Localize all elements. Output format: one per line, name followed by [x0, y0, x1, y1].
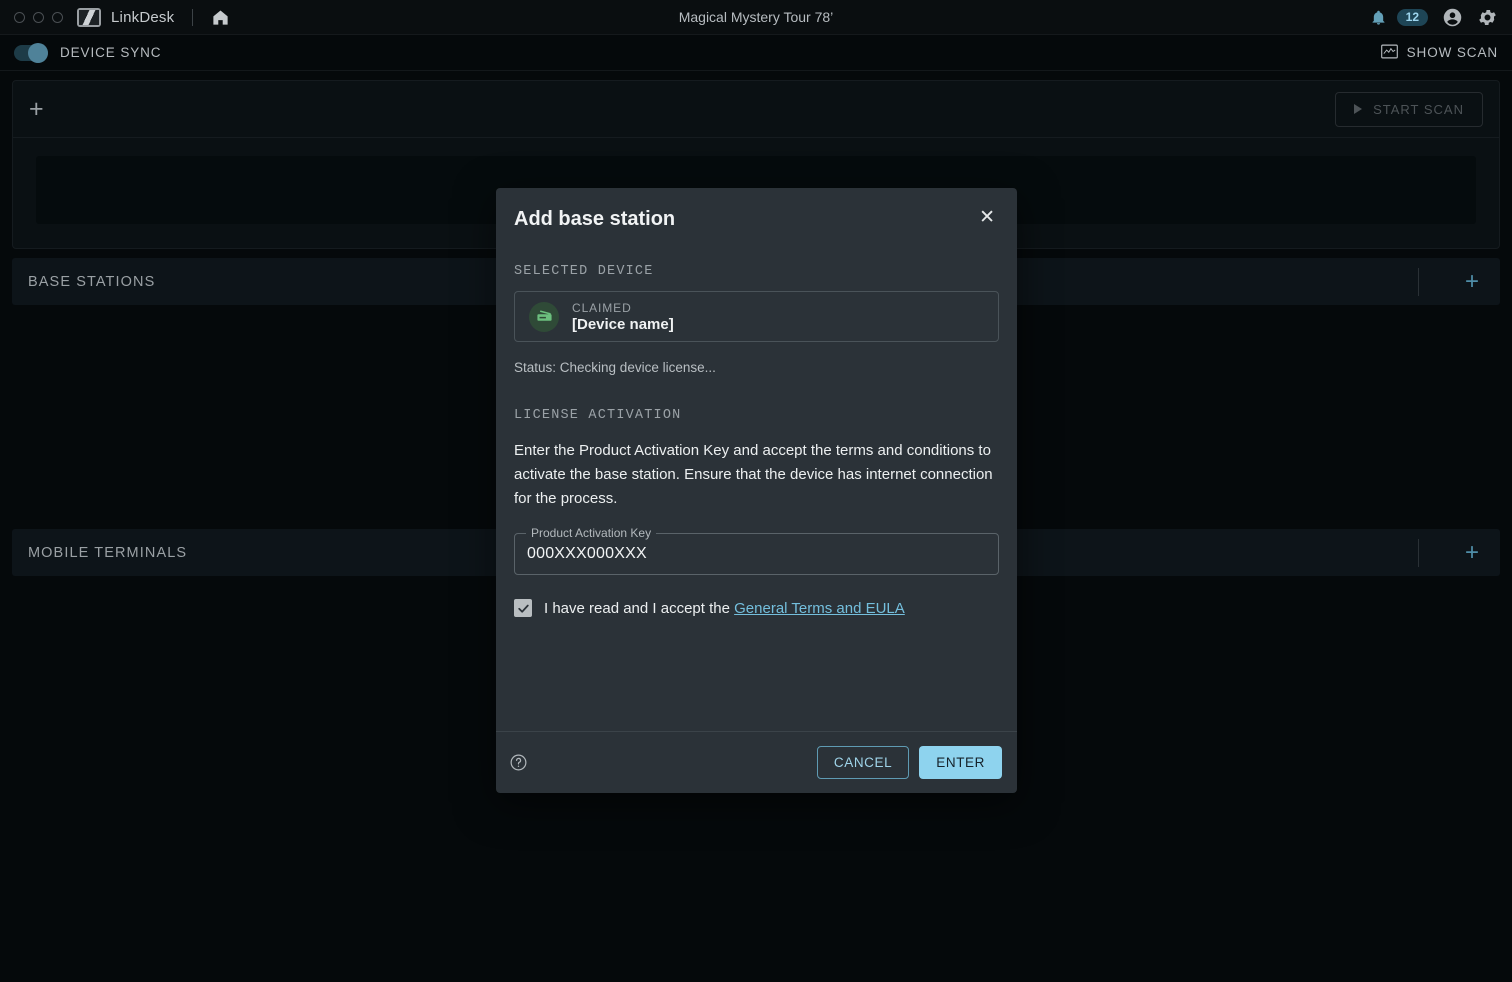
start-scan-button[interactable]: START SCAN: [1335, 92, 1483, 127]
add-mobile-terminal-button[interactable]: +: [1444, 541, 1500, 565]
title-bar: LinkDesk Magical Mystery Tour 78’ 12: [0, 0, 1512, 35]
dialog-footer-buttons: CANCEL ENTER: [817, 746, 1002, 779]
maximize-window-button[interactable]: [52, 12, 63, 23]
section-title: MOBILE TERMINALS: [28, 545, 187, 561]
show-scan-button[interactable]: SHOW SCAN: [1381, 44, 1498, 62]
sub-toolbar: DEVICE SYNC SHOW SCAN: [0, 35, 1512, 71]
close-window-button[interactable]: [14, 12, 25, 23]
notification-count-badge[interactable]: 12: [1397, 9, 1428, 26]
enter-button[interactable]: ENTER: [919, 746, 1002, 779]
add-item-button[interactable]: +: [29, 97, 44, 122]
app-brand-name: LinkDesk: [111, 9, 174, 26]
dialog-title: Add base station: [514, 208, 675, 231]
selected-device-label: SELECTED DEVICE: [514, 264, 999, 279]
selected-device-card[interactable]: CLAIMED [Device name]: [514, 291, 999, 342]
device-name-label: [Device name]: [572, 316, 674, 333]
sennheiser-logo-icon: [77, 8, 101, 27]
titlebar-divider: [192, 9, 193, 26]
account-circle-icon[interactable]: [1442, 7, 1463, 28]
device-meta: CLAIMED [Device name]: [572, 301, 674, 333]
start-scan-label: START SCAN: [1373, 102, 1464, 117]
scanner-icon: [529, 302, 559, 332]
license-activation-label: LICENSE ACTIVATION: [514, 408, 999, 423]
section-divider: [1418, 268, 1419, 296]
device-sync-label: DEVICE SYNC: [60, 45, 161, 60]
eula-consent-text: I have read and I accept the General Ter…: [544, 600, 905, 617]
eula-consent-row: I have read and I accept the General Ter…: [514, 599, 999, 617]
help-circle-icon[interactable]: [509, 753, 528, 772]
device-sync-toggle[interactable]: [14, 45, 48, 61]
section-title: BASE STATIONS: [28, 274, 155, 290]
window-controls[interactable]: [14, 12, 63, 23]
product-activation-key-field[interactable]: Product Activation Key 000XXX000XXX: [514, 533, 999, 575]
device-license-status: Status: Checking device license...: [514, 360, 999, 375]
scan-panel-toolbar: + START SCAN: [13, 81, 1499, 138]
minimize-window-button[interactable]: [33, 12, 44, 23]
eula-checkbox[interactable]: [514, 599, 532, 617]
device-status-label: CLAIMED: [572, 301, 674, 315]
close-icon[interactable]: ✕: [979, 208, 995, 227]
play-icon: [1354, 104, 1362, 114]
section-actions: +: [1418, 529, 1500, 576]
dialog-body: SELECTED DEVICE CLAIMED [Device name] St…: [496, 231, 1017, 731]
show-scan-label: SHOW SCAN: [1407, 45, 1498, 60]
eula-consent-prefix: I have read and I accept the: [544, 600, 734, 617]
titlebar-actions: 12: [1370, 7, 1498, 28]
product-activation-key-label: Product Activation Key: [526, 526, 656, 540]
gear-icon[interactable]: [1477, 7, 1498, 28]
add-base-station-button[interactable]: +: [1444, 270, 1500, 294]
dialog-footer: CANCEL ENTER: [496, 731, 1017, 793]
scan-chart-icon: [1381, 44, 1398, 62]
bell-icon[interactable]: [1370, 9, 1387, 26]
section-actions: +: [1418, 258, 1500, 305]
section-divider: [1418, 539, 1419, 567]
eula-link[interactable]: General Terms and EULA: [734, 600, 905, 617]
app-window: LinkDesk Magical Mystery Tour 78’ 12 DEV…: [0, 0, 1512, 982]
home-icon[interactable]: [211, 8, 230, 27]
product-activation-key-input[interactable]: 000XXX000XXX: [527, 545, 647, 563]
license-description: Enter the Product Activation Key and acc…: [514, 439, 999, 511]
add-base-station-dialog: Add base station ✕ SELECTED DEVICE CLAIM…: [496, 188, 1017, 793]
cancel-button[interactable]: CANCEL: [817, 746, 909, 779]
dialog-header: Add base station ✕: [496, 188, 1017, 231]
